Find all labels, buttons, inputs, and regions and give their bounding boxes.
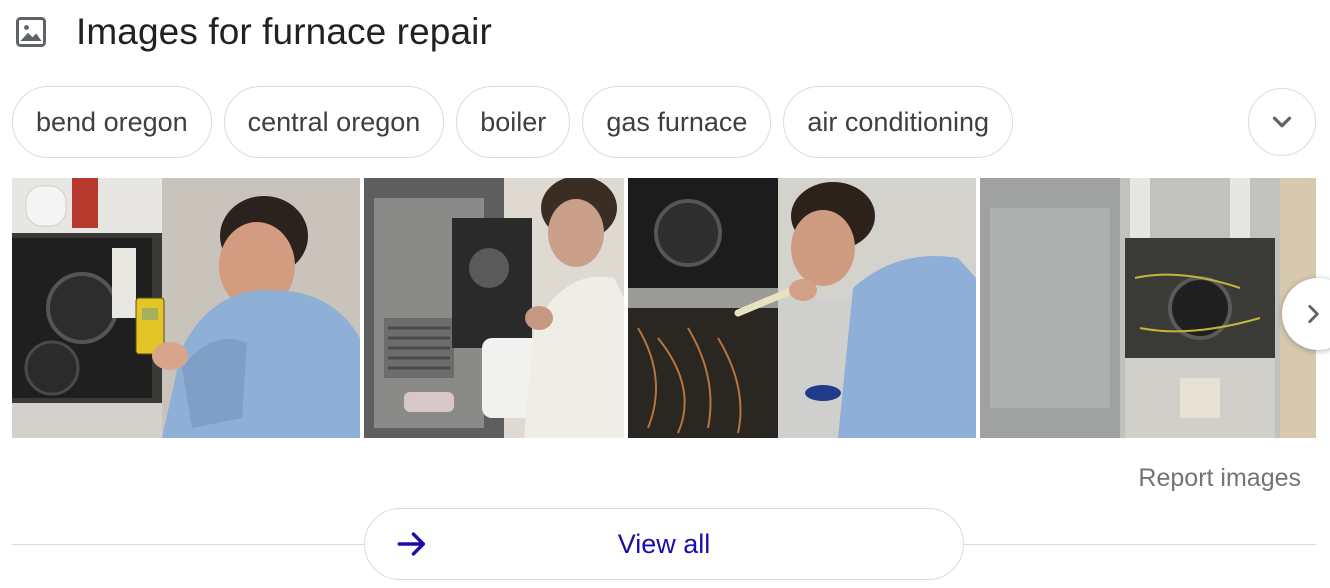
divider — [12, 544, 365, 545]
chip-air-conditioning[interactable]: air conditioning — [783, 86, 1014, 158]
images-header: Images for furnace repair — [12, 10, 492, 54]
chip-gas-furnace[interactable]: gas furnace — [582, 86, 772, 158]
image-result-1[interactable] — [12, 178, 360, 438]
chip-boiler[interactable]: boiler — [456, 86, 571, 158]
images-for-module: Images for furnace repair bend oregon ce… — [0, 0, 1330, 588]
chevron-down-icon — [1272, 116, 1292, 128]
image-result-4[interactable] — [980, 178, 1316, 438]
chevron-right-icon — [1308, 305, 1319, 323]
arrow-right-icon — [397, 532, 426, 556]
technician-photo — [628, 178, 976, 438]
more-chips-button[interactable] — [1248, 88, 1316, 156]
divider — [963, 544, 1316, 545]
view-all-label: View all — [617, 528, 711, 559]
refinement-chips: bend oregon central oregon boiler gas fu… — [12, 86, 1014, 158]
view-all-button[interactable]: View all — [364, 508, 964, 580]
chip-central-oregon[interactable]: central oregon — [223, 86, 445, 158]
technician-photo — [364, 178, 624, 438]
image-strip — [12, 178, 1316, 438]
technician-photo — [12, 178, 360, 438]
report-images-link[interactable]: Report images — [1138, 464, 1301, 493]
furnace-photo — [980, 178, 1316, 438]
page-title: Images for furnace repair — [76, 11, 492, 52]
image-icon — [12, 13, 50, 51]
image-result-3[interactable] — [628, 178, 976, 438]
chip-bend-oregon[interactable]: bend oregon — [12, 86, 212, 158]
image-result-2[interactable] — [364, 178, 624, 438]
